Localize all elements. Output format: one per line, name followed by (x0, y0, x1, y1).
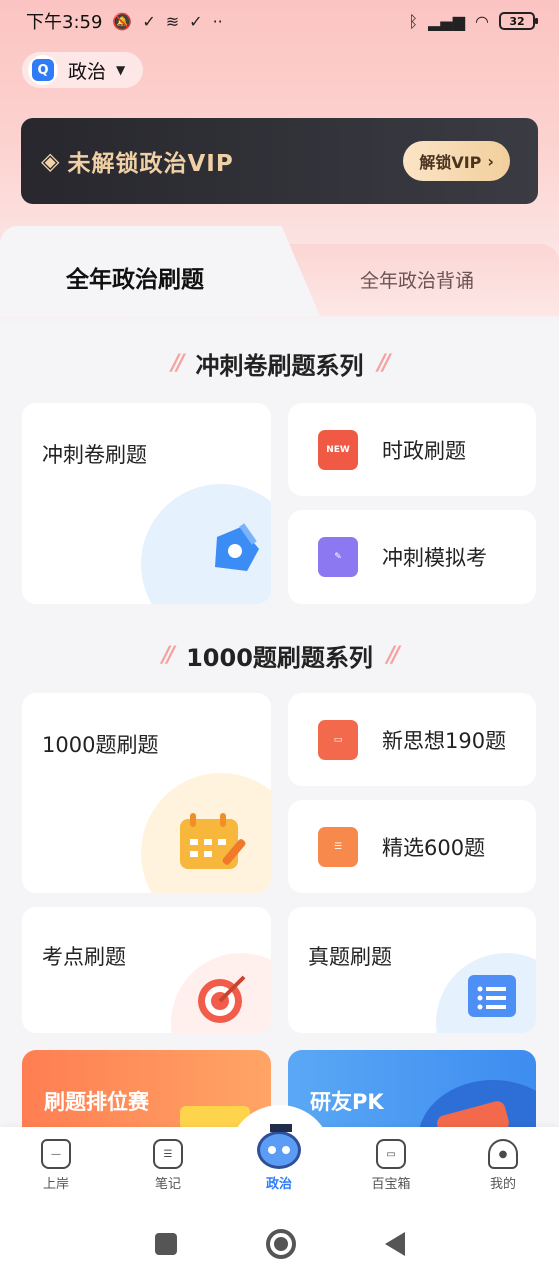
subject-selector[interactable]: Q 政治 ▼ (22, 52, 144, 88)
chevron-right-icon: › (487, 151, 494, 171)
tab-bar: 全年政治刷题 全年政治背诵 (0, 226, 559, 316)
tab-year-recite[interactable]: 全年政治背诵 (360, 266, 474, 293)
unlock-vip-button[interactable]: 解锁VIP › (403, 141, 510, 181)
home-icon: — (41, 1139, 71, 1169)
nav-item-notes[interactable]: ☰ 笔记 (128, 1139, 208, 1192)
calendar-icon (180, 813, 246, 869)
battery-icon: 32 (499, 12, 538, 30)
signal-icon: ▂▄▆ (428, 11, 466, 31)
news-icon: NEW (318, 429, 358, 470)
sprint-mock-exam-card[interactable]: ✎ 冲刺模拟考 (288, 510, 536, 604)
nav-item-politics[interactable]: 政治 (239, 1124, 319, 1192)
caret-down-icon: ▼ (116, 63, 126, 77)
key-points-card[interactable]: 考点刷题 (22, 907, 271, 1033)
pentagon-icon (215, 523, 259, 571)
bottom-nav: — 上岸 ☰ 笔记 政治 ▭ 百宝箱 ● 我的 (0, 1105, 559, 1207)
check-icon: ✓ (189, 11, 203, 31)
nav-item-shangan[interactable]: — 上岸 (16, 1139, 96, 1192)
toolbox-icon: ▭ (376, 1139, 406, 1169)
more-icon: ·· (212, 11, 223, 31)
decor-slash-icon: // (377, 351, 391, 376)
profile-icon: ● (488, 1139, 518, 1169)
vip-text: 未解锁政治VIP (67, 151, 234, 177)
current-affairs-card[interactable]: NEW 时政刷题 (288, 403, 536, 496)
mute-icon: 🔕 (112, 11, 133, 31)
battery-level: 32 (509, 14, 525, 28)
layers-icon: ≋ (165, 11, 180, 31)
mascot-icon (257, 1124, 301, 1169)
1000-questions-card[interactable]: 1000题刷题 (22, 693, 271, 893)
app-logo-icon: Q (28, 55, 58, 85)
notes-icon: ☰ (153, 1139, 183, 1169)
wifi-icon: ◠ (475, 11, 489, 31)
tab-year-practice[interactable]: 全年政治刷题 (66, 260, 204, 294)
exam-paper-icon: ✎ (318, 537, 358, 577)
subject-name: 政治 (68, 60, 107, 83)
section-title: // 冲刺卷刷题系列 // (171, 351, 391, 380)
file-list-icon: ☰ (318, 826, 358, 867)
nav-item-toolbox[interactable]: ▭ 百宝箱 (351, 1139, 431, 1192)
status-bar: 下午3:59 🔕 ✓ ≋ ✓ ·· ᛒ ▂▄▆ ◠ 32 (0, 0, 559, 42)
study-pk-card[interactable]: 研友PK (288, 1050, 536, 1130)
folder-list-icon (468, 975, 516, 1017)
diamond-icon: ◈ (41, 147, 60, 175)
decor-slash-icon: // (162, 643, 175, 668)
past-exam-card[interactable]: 真题刷题 (288, 907, 536, 1033)
sprint-paper-card[interactable]: 冲刺卷刷题 (22, 403, 271, 604)
selected-600-card[interactable]: ☰ 精选600题 (288, 800, 536, 893)
status-time: 下午3:59 (26, 12, 103, 33)
section-title: // 1000题刷题系列 // (162, 643, 400, 672)
back-icon[interactable] (384, 1231, 405, 1256)
bluetooth-icon: ᛒ (408, 11, 419, 31)
recent-apps-icon[interactable] (154, 1232, 177, 1255)
new-thought-190-card[interactable]: ▭ 新思想190题 (288, 693, 536, 786)
decor-slash-icon: // (386, 643, 400, 668)
document-icon: ▭ (318, 719, 358, 760)
system-nav-bar (0, 1207, 559, 1280)
nav-item-mine[interactable]: ● 我的 (463, 1139, 543, 1192)
check-icon: ✓ (142, 11, 156, 31)
target-icon (198, 975, 246, 1023)
ranking-contest-card[interactable]: 刷题排位赛 (22, 1050, 271, 1130)
home-button-icon[interactable] (265, 1228, 296, 1259)
vip-banner[interactable]: ◈ 未解锁政治VIP 解锁VIP › (21, 118, 538, 204)
decor-slash-icon: // (171, 351, 184, 376)
